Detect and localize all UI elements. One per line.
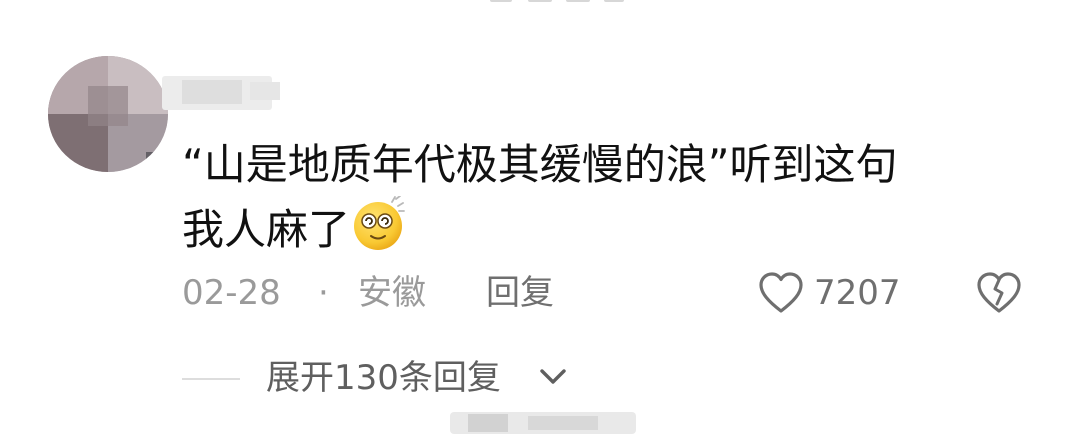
broken-heart-icon [977, 272, 1021, 313]
dislike-button[interactable] [976, 271, 1022, 329]
username-blurred[interactable] [162, 72, 288, 114]
chevron-down-icon [540, 369, 566, 384]
dizzy-face-emoji-icon [352, 195, 408, 252]
comment-text-line2: 我人麻了 [182, 205, 351, 254]
expand-replies-label: 展开130条回复 [266, 358, 501, 398]
comment-location: 安徽 [358, 273, 426, 313]
reply-button[interactable]: 回复 [486, 268, 554, 318]
like-count: 7207 [814, 273, 901, 313]
comment-text-line1: “山是地质年代极其缓慢的浪”听到这句 [182, 140, 898, 189]
comment-text: “山是地质年代极其缓慢的浪”听到这句 我人麻了 [182, 134, 1012, 261]
meta-separator: · [318, 273, 329, 313]
comment-date: 02-28 [182, 273, 281, 313]
comment-meta-row: 02-28 · 安徽 回复 7207 [182, 268, 1042, 318]
heart-outline-icon [759, 272, 803, 313]
bottom-text-fragment [450, 408, 636, 438]
top-text-fragment [490, 0, 630, 6]
expand-divider-line [182, 378, 240, 380]
expand-replies-button[interactable]: 展开130条回复 [182, 354, 602, 402]
avatar[interactable] [48, 56, 168, 172]
